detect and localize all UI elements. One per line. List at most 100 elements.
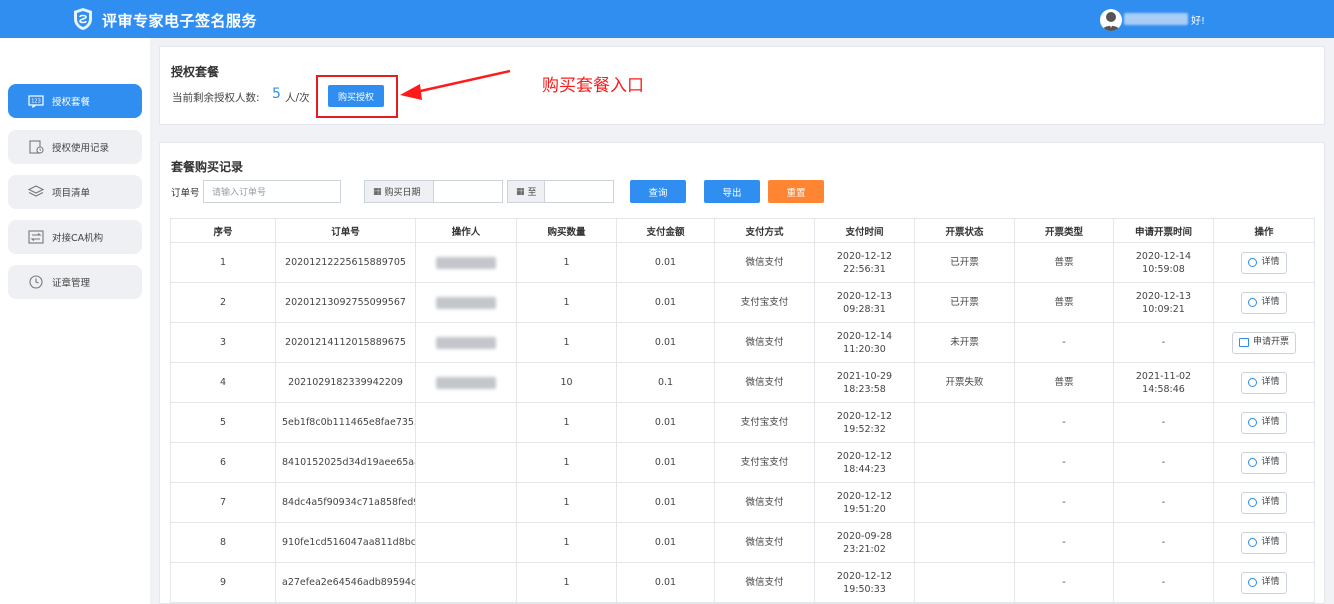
- details-button[interactable]: 详情: [1241, 371, 1287, 394]
- details-button[interactable]: 详情: [1241, 251, 1287, 274]
- details-button[interactable]: 详情: [1241, 571, 1287, 594]
- operator-redacted: [415, 402, 517, 443]
- pay-method: 微信支付: [714, 242, 815, 283]
- invoice-type: -: [1014, 482, 1114, 523]
- quantity: 1: [516, 522, 617, 563]
- amount: 0.01: [616, 322, 715, 363]
- details-button[interactable]: 详情: [1241, 411, 1287, 434]
- quantity: 1: [516, 242, 617, 283]
- pay-time: 2020-12-14 11:20:30: [814, 322, 915, 363]
- invoice-status: [914, 482, 1015, 523]
- apply-invoice-button[interactable]: 申请开票: [1231, 331, 1296, 354]
- invoice-status: 已开票: [914, 242, 1015, 283]
- row-no: 1: [170, 242, 276, 283]
- exchange-icon: [28, 230, 44, 244]
- details-button[interactable]: 详情: [1241, 491, 1287, 514]
- sidebar-item-usage-record[interactable]: 授权使用记录: [8, 130, 142, 164]
- pay-method: 支付宝支付: [714, 282, 815, 323]
- svg-text:123: 123: [31, 98, 41, 104]
- details-button[interactable]: 详情: [1241, 451, 1287, 474]
- apply-time: -: [1113, 562, 1214, 603]
- query-button[interactable]: 查询: [630, 180, 686, 203]
- pay-time: 2020-12-12 19:51:20: [814, 482, 915, 523]
- action-cell: 申请开票: [1213, 322, 1315, 363]
- top-header: 评审专家电子签名服务 好!: [0, 0, 1334, 38]
- buy-entry-annotation: 购买套餐入口: [542, 76, 644, 96]
- export-button[interactable]: 导出: [704, 180, 760, 203]
- remaining-unit: 人/次: [285, 92, 310, 104]
- pay-method: 微信支付: [714, 482, 815, 523]
- amount: 0.01: [616, 562, 715, 603]
- order-number: 20201212225615889705: [275, 242, 416, 283]
- order-number: 2021029182339942209: [275, 362, 416, 403]
- order-number: 20201214112015889675: [275, 322, 416, 363]
- user-avatar[interactable]: [1100, 9, 1122, 31]
- apply-time: -: [1113, 442, 1214, 483]
- pay-time: 2020-09-28 23:21:02: [814, 522, 915, 563]
- col-header: 操作: [1213, 218, 1315, 243]
- invoice-type: -: [1014, 522, 1114, 563]
- operator-redacted: [415, 242, 517, 283]
- col-header: 操作人: [415, 218, 517, 243]
- table-row: 4 2021029182339942209 10 0.1 微信支付 2021-1…: [170, 362, 1315, 403]
- sidebar-item-project-list[interactable]: 项目清单: [8, 175, 142, 209]
- action-cell: 详情: [1213, 362, 1315, 403]
- sidebar-item-ca-agency[interactable]: 对接CA机构: [8, 220, 142, 254]
- table-row: 3 20201214112015889675 1 0.01 微信支付 2020-…: [170, 322, 1315, 363]
- operator-redacted: [415, 282, 517, 323]
- quantity: 1: [516, 282, 617, 323]
- auth-package-title: 授权套餐: [171, 65, 220, 79]
- more-icon: [1248, 493, 1258, 507]
- row-no: 2: [170, 282, 276, 323]
- order-number: 5eb1f8c0b111465e8fae7355d42de2: [275, 402, 416, 443]
- amount: 0.1: [616, 362, 715, 403]
- pay-time: 2021-10-29 18:23:58: [814, 362, 915, 403]
- row-no: 9: [170, 562, 276, 603]
- table-row: 6 8410152025d34d19aee65aa6bfc36 1 0.01 支…: [170, 442, 1315, 483]
- purchase-date-label: 购买日期: [384, 188, 421, 198]
- invoice-type: -: [1014, 562, 1114, 603]
- clock-icon: [28, 275, 44, 289]
- order-no-input[interactable]: 请输入订单号: [203, 180, 341, 203]
- apply-time: -: [1113, 482, 1214, 523]
- records-title: 套餐购买记录: [171, 160, 244, 174]
- apply-time: 2020-12-13 10:09:21: [1113, 282, 1214, 323]
- action-cell: 详情: [1213, 282, 1315, 323]
- pay-time: 2020-12-13 09:28:31: [814, 282, 915, 323]
- calendar-icon: ▦: [516, 186, 525, 197]
- remaining-count: 5: [272, 86, 281, 102]
- invoice-type: 普票: [1014, 362, 1114, 403]
- amount: 0.01: [616, 522, 715, 563]
- user-avatar-icon: [1102, 12, 1120, 31]
- pay-method: 微信支付: [714, 322, 815, 363]
- amount: 0.01: [616, 402, 715, 443]
- row-no: 5: [170, 402, 276, 443]
- invoice-status: [914, 402, 1015, 443]
- col-header: 购买数量: [516, 218, 617, 243]
- operator-redacted: [415, 482, 517, 523]
- reset-button[interactable]: 重置: [768, 180, 824, 203]
- more-icon: [1248, 413, 1258, 427]
- end-date-input[interactable]: [544, 180, 614, 203]
- col-header: 开票类型: [1014, 218, 1114, 243]
- invoice-status: 已开票: [914, 282, 1015, 323]
- details-button[interactable]: 详情: [1241, 291, 1287, 314]
- quantity: 1: [516, 482, 617, 523]
- buy-auth-button[interactable]: 购买授权: [328, 85, 384, 107]
- sidebar-item-auth-package[interactable]: 123 授权套餐: [8, 84, 142, 118]
- order-number: 910fe1cd516047aa811d8bc7f99efd: [275, 522, 416, 563]
- start-date-input[interactable]: [433, 180, 503, 203]
- sidebar-item-label: 授权使用记录: [52, 143, 110, 154]
- details-button[interactable]: 详情: [1241, 531, 1287, 554]
- table-row: 5 5eb1f8c0b111465e8fae7355d42de2 1 0.01 …: [170, 402, 1315, 443]
- table-header-row: 序号 订单号 操作人 购买数量 支付金额 支付方式 支付时间 开票状态 开票类型…: [170, 218, 1315, 243]
- sidebar-item-seal-management[interactable]: 证章管理: [8, 265, 142, 299]
- pay-method: 微信支付: [714, 562, 815, 603]
- amount: 0.01: [616, 442, 715, 483]
- operator-redacted: [415, 522, 517, 563]
- pay-method: 微信支付: [714, 362, 815, 403]
- invoice-status: [914, 562, 1015, 603]
- amount: 0.01: [616, 482, 715, 523]
- col-header: 开票状态: [914, 218, 1015, 243]
- order-number: 20201213092755099567: [275, 282, 416, 323]
